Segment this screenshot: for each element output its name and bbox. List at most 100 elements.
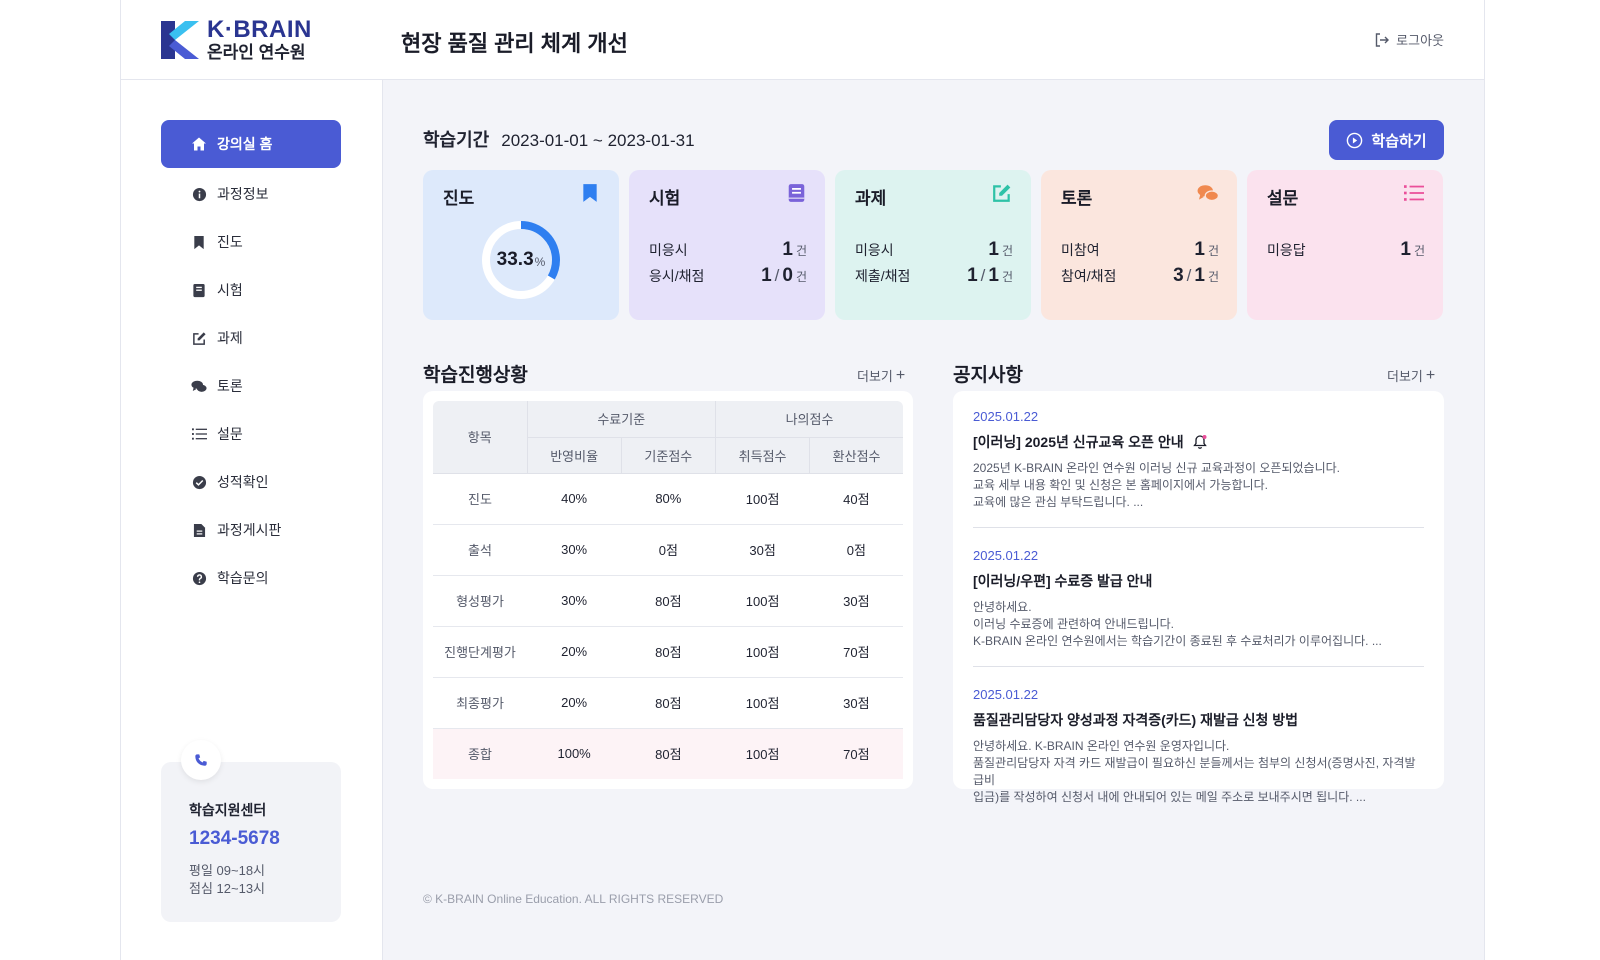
- notice-title[interactable]: [이러닝/우편] 수료증 발급 안내: [973, 571, 1152, 591]
- table-row: 형성평가 30% 80점 100점 30점: [433, 575, 903, 627]
- notice-item[interactable]: 2025.01.22 품질관리담당자 양성과정 자격증(카드) 재발급 신청 방…: [973, 683, 1424, 822]
- cell-score: 100점: [715, 728, 810, 779]
- cell-base: 0점: [621, 524, 716, 576]
- cell-score: 100점: [715, 473, 810, 525]
- discussion-unit: 건: [1207, 270, 1219, 284]
- assignment-card[interactable]: 과제 미응시 1 건 제출/채점 1/1 건: [835, 170, 1031, 320]
- exam-card[interactable]: 시험 미응시 1 건 응시/채점 1/0 건: [629, 170, 825, 320]
- discussion-row2-a: 3: [1173, 265, 1184, 286]
- notice-item[interactable]: 2025.01.22 [이러닝] 2025년 신규교육 오픈 안내 2025년 …: [973, 405, 1424, 528]
- survey-row1-label: 미응답: [1267, 242, 1306, 258]
- notice-title[interactable]: 품질관리담당자 양성과정 자격증(카드) 재발급 신청 방법: [973, 710, 1298, 730]
- logout-button[interactable]: 로그아웃: [1374, 30, 1444, 49]
- assignment-row2-label: 제출/채점: [855, 268, 911, 284]
- sidebar-item-course-info[interactable]: 과정정보: [161, 172, 341, 216]
- progress-donut: 33.3%: [479, 218, 563, 302]
- more-label: 더보기: [1387, 369, 1423, 384]
- table-header-item: 항목: [433, 401, 527, 474]
- notices-title: 공지사항: [953, 365, 1023, 386]
- cell-score: 100점: [715, 677, 810, 729]
- edit-icon: [991, 182, 1013, 204]
- notice-body-line: 교육 세부 내용 확인 및 신청은 본 홈페이지에서 가능합니다.: [973, 478, 1268, 492]
- support-hours-weekday: 평일 09~18시: [189, 863, 266, 878]
- sidebar: 강의실 홈 과정정보 진도 시험 과제 토론 설문 성적확인 과정게시판 학습문…: [121, 80, 383, 960]
- table-header-base-score: 기준점수: [620, 437, 716, 474]
- sidebar-item-survey[interactable]: 설문: [161, 412, 341, 456]
- notice-title[interactable]: [이러닝] 2025년 신규교육 오픈 안내: [973, 432, 1184, 452]
- sidebar-item-label: 성적확인: [217, 474, 269, 490]
- sidebar-item-inquiry[interactable]: 학습문의: [161, 556, 341, 600]
- logo-mark-icon: [161, 20, 199, 59]
- logo-brand: K·BRAIN: [207, 16, 312, 43]
- phone-icon: [181, 740, 221, 780]
- cell-base: 80점: [621, 728, 716, 779]
- notices-panel: 2025.01.22 [이러닝] 2025년 신규교육 오픈 안내 2025년 …: [953, 391, 1444, 804]
- table-header-criteria: 수료기준: [526, 401, 716, 438]
- notice-body-line: K-BRAIN 온라인 연수원에서는 학습기간이 종료된 후 수료처리가 이루어…: [973, 634, 1382, 648]
- cell-base: 80점: [621, 626, 716, 678]
- cell-converted: 30점: [809, 575, 903, 627]
- app-frame: K·BRAIN 온라인 연수원 현장 품질 관리 체계 개선 로그아웃 강의실 …: [120, 0, 1485, 960]
- document-icon: [191, 522, 207, 538]
- discussion-unit: 건: [1207, 244, 1219, 258]
- study-period-value: 2023-01-01 ~ 2023-01-31: [501, 131, 695, 150]
- study-period-label: 학습기간: [423, 130, 490, 150]
- sidebar-item-progress[interactable]: 진도: [161, 220, 341, 264]
- sidebar-item-exam[interactable]: 시험: [161, 268, 341, 312]
- survey-card[interactable]: 설문 미응답 1 건: [1247, 170, 1443, 320]
- sidebar-item-home[interactable]: 강의실 홈: [161, 120, 341, 168]
- sidebar-item-label: 과정정보: [217, 186, 269, 202]
- sidebar-item-label: 토론: [217, 378, 243, 394]
- assignment-row2-a: 1: [967, 265, 978, 286]
- progress-table-panel: 항목 수료기준 나의점수 반영비율 기준점수 취득점수 환산점수 진도 40%: [423, 391, 913, 789]
- assignment-unit: 건: [1001, 270, 1013, 284]
- cell-ratio: 100%: [527, 728, 622, 779]
- start-study-button[interactable]: 학습하기: [1329, 120, 1444, 160]
- sidebar-item-grades[interactable]: 성적확인: [161, 460, 341, 504]
- bell-new-icon: [1192, 435, 1207, 449]
- cell-converted: 70점: [809, 626, 903, 678]
- support-hours-lunch: 점심 12~13시: [189, 881, 266, 896]
- exam-unit: 건: [795, 244, 807, 258]
- progress-card[interactable]: 진도 33.3%: [423, 170, 619, 320]
- notice-body-line: 안녕하세요.: [973, 600, 1032, 614]
- notice-date: 2025.01.22: [973, 548, 1039, 563]
- logo[interactable]: K·BRAIN 온라인 연수원: [161, 18, 312, 61]
- sidebar-item-discussion[interactable]: 토론: [161, 364, 341, 408]
- table-header-converted-score: 환산점수: [809, 437, 903, 474]
- sidebar-item-board[interactable]: 과정게시판: [161, 508, 341, 552]
- survey-unit: 건: [1413, 244, 1425, 258]
- summary-cards: 진도 33.3% 시험 미응시 1 건 응시/채점 1 / 0 건 과제 미응시…: [423, 170, 1443, 320]
- top-bar: K·BRAIN 온라인 연수원 현장 품질 관리 체계 개선 로그아웃: [121, 0, 1484, 80]
- notice-date: 2025.01.22: [973, 687, 1039, 702]
- notices-more-link[interactable]: 더보기 +: [1387, 366, 1435, 385]
- exam-row2-a: 1: [761, 265, 772, 286]
- sidebar-item-assignment[interactable]: 과제: [161, 316, 341, 360]
- survey-row1-value: 1: [1400, 239, 1411, 260]
- logout-label: 로그아웃: [1396, 33, 1444, 48]
- cell-item: 출석: [433, 524, 527, 576]
- notice-body-line: 품질관리담당자 자격 카드 재발급이 필요하신 분들께서는 첨부의 신청서(증명…: [973, 756, 1416, 787]
- notice-item[interactable]: 2025.01.22 [이러닝/우편] 수료증 발급 안내 안녕하세요. 이러닝…: [973, 544, 1424, 667]
- cell-converted: 30점: [809, 677, 903, 729]
- exam-unit: 건: [795, 270, 807, 284]
- progress-more-link[interactable]: 더보기 +: [857, 366, 905, 385]
- exam-row1-label: 미응시: [649, 242, 688, 258]
- bookmark-icon: [191, 234, 207, 250]
- start-study-label: 학습하기: [1371, 132, 1427, 150]
- chat-icon: [191, 378, 207, 394]
- progress-unit: %: [534, 255, 546, 269]
- assignment-row1-label: 미응시: [855, 242, 894, 258]
- table-row: 진도 40% 80% 100점 40점: [433, 473, 903, 525]
- discussion-row1-value: 1: [1194, 239, 1205, 260]
- plus-icon: +: [1425, 367, 1436, 384]
- cell-score: 30점: [715, 524, 810, 576]
- cell-score: 100점: [715, 626, 810, 678]
- sidebar-item-label: 강의실 홈: [217, 136, 273, 152]
- list-icon: [1403, 182, 1425, 204]
- cell-item: 종합: [433, 728, 527, 779]
- sidebar-item-label: 과제: [217, 330, 243, 346]
- cell-item: 최종평가: [433, 677, 527, 729]
- discussion-card[interactable]: 토론 미참여 1 건 참여/채점 3/1 건: [1041, 170, 1237, 320]
- cell-item: 진도: [433, 473, 527, 525]
